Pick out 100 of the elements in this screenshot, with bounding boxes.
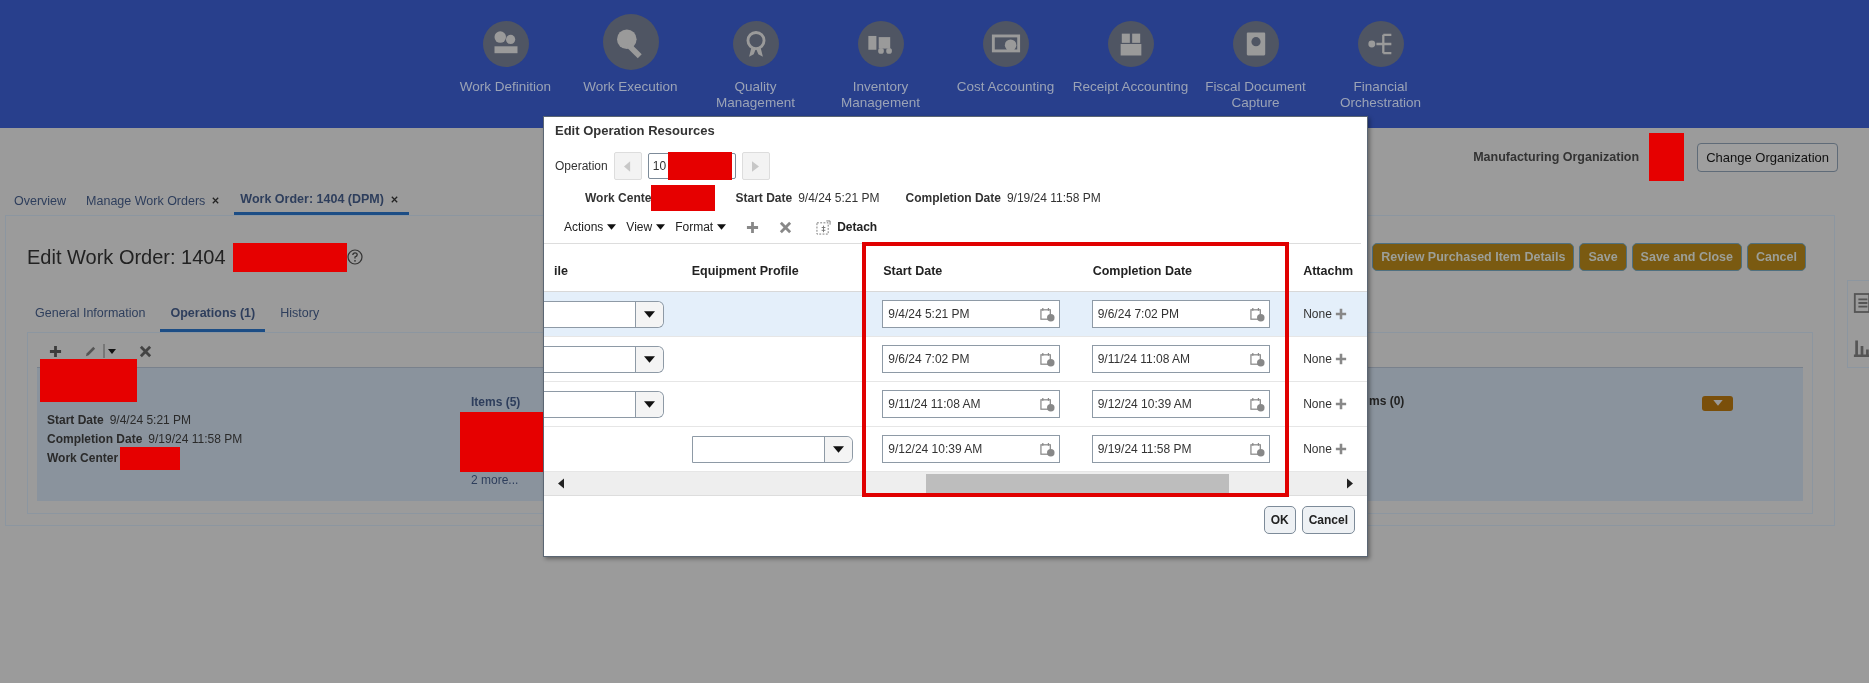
- attachment-value: None: [1303, 307, 1332, 321]
- date-field[interactable]: 9/11/24 11:08 AM: [882, 390, 1061, 418]
- date-field[interactable]: 9/6/24 7:02 PM: [882, 345, 1061, 373]
- scroll-left-icon[interactable]: [558, 478, 564, 489]
- section-tab[interactable]: History: [270, 302, 330, 332]
- column-header: Equipment Profile: [690, 263, 800, 278]
- nav-label[interactable]: Financial Orchestration: [1320, 79, 1441, 111]
- operation-field[interactable]: 10: [647, 153, 736, 179]
- nav-boxes-icon[interactable]: [1107, 21, 1154, 67]
- delete-icon[interactable]: [779, 220, 793, 234]
- column-header: Attachm: [1302, 263, 1355, 278]
- resource-dropdown[interactable]: [544, 300, 664, 328]
- add-icon[interactable]: [1334, 443, 1347, 455]
- pencil-icon[interactable]: [84, 344, 97, 358]
- nav-label[interactable]: Quality Management: [695, 79, 816, 111]
- attachment-value: None: [1303, 397, 1332, 411]
- nav-label[interactable]: Fiscal Document Capture: [1195, 79, 1316, 111]
- items-label[interactable]: ms (0): [1369, 394, 1405, 408]
- calendar-icon[interactable]: [1249, 441, 1265, 457]
- calendar-icon[interactable]: [1040, 306, 1056, 322]
- detach-icon[interactable]: [816, 219, 832, 235]
- field-value: 9/19/24 11:58 PM: [148, 432, 243, 446]
- redaction-mark: [668, 152, 733, 180]
- field-value: 9/4/24 5:21 PM: [109, 413, 192, 427]
- equipment-dropdown[interactable]: [691, 435, 853, 463]
- resource-dropdown[interactable]: [544, 390, 664, 418]
- caret-icon: [644, 355, 655, 363]
- add-icon[interactable]: [49, 344, 62, 358]
- nav-label[interactable]: Receipt Accounting: [1070, 79, 1191, 95]
- dropdown-icon[interactable]: [103, 343, 117, 359]
- dialog-button[interactable]: Cancel: [1301, 506, 1355, 534]
- date-field[interactable]: 9/6/24 7:02 PM: [1091, 300, 1270, 328]
- nav-label[interactable]: Work Definition: [445, 79, 566, 95]
- nav-certificate-icon[interactable]: [1232, 21, 1279, 67]
- add-icon[interactable]: [1334, 308, 1347, 320]
- caret-icon: [644, 310, 655, 318]
- table-row[interactable]: 9/4/24 5:21 PM 9/6/24 7:02 PM None: [544, 292, 1367, 337]
- horizontal-scrollbar[interactable]: [544, 472, 1367, 496]
- nav-flow-icon[interactable]: [1357, 21, 1404, 67]
- dialog-title: Edit Operation Resources: [554, 122, 716, 140]
- delete-icon[interactable]: [139, 344, 152, 358]
- close-icon[interactable]: [389, 194, 399, 204]
- calendar-icon[interactable]: [1249, 396, 1265, 412]
- page-tab[interactable]: Overview: [14, 186, 77, 215]
- list-icon[interactable]: [1853, 291, 1869, 314]
- nav-label[interactable]: Work Execution: [570, 79, 691, 95]
- date-field[interactable]: 9/19/24 11:58 PM: [1091, 435, 1270, 463]
- column-header: Start Date: [882, 263, 944, 278]
- expand-button[interactable]: [1702, 396, 1733, 411]
- redaction-mark: [651, 185, 716, 211]
- table-row[interactable]: 9/11/24 11:08 AM 9/12/24 10:39 AM None: [544, 382, 1367, 427]
- table-row[interactable]: 9/12/24 10:39 AM 9/19/24 11:58 PM None: [544, 427, 1367, 472]
- redaction-mark: [120, 446, 181, 470]
- page-title: Edit Work Order: 1404: [27, 245, 226, 269]
- calendar-icon[interactable]: [1040, 351, 1056, 367]
- page-tab[interactable]: Work Order: 1404 (DPM): [234, 186, 409, 215]
- close-icon[interactable]: [211, 196, 221, 205]
- field-label: Completion Date: [905, 191, 1001, 205]
- items-label[interactable]: Items (5): [471, 395, 521, 409]
- add-icon[interactable]: [746, 220, 760, 234]
- resource-dropdown[interactable]: [544, 345, 664, 373]
- attachment-value: None: [1303, 352, 1332, 366]
- add-icon[interactable]: [1334, 398, 1347, 410]
- change-organization-button[interactable]: Change Organization: [1697, 142, 1838, 172]
- section-tab[interactable]: Operations (1): [160, 302, 266, 332]
- add-icon[interactable]: [1334, 353, 1347, 365]
- dialog-button[interactable]: OK: [1263, 506, 1296, 534]
- calendar-icon[interactable]: [1249, 306, 1265, 322]
- menu-button[interactable]: Format: [675, 220, 727, 234]
- field-label: Operation: [555, 159, 608, 173]
- caret-icon: [1711, 400, 1724, 407]
- more-link[interactable]: 2 more...: [471, 473, 519, 487]
- date-field[interactable]: 9/12/24 10:39 AM: [1091, 390, 1270, 418]
- right-arrow-icon: [752, 160, 760, 172]
- date-field[interactable]: 9/4/24 5:21 PM: [882, 300, 1061, 328]
- detach-button[interactable]: Detach: [831, 220, 878, 234]
- field-label: Start Date: [47, 413, 104, 427]
- nav-label[interactable]: Cost Accounting: [945, 79, 1066, 95]
- column-header: ile: [553, 263, 569, 278]
- menu-button[interactable]: Actions: [564, 220, 617, 234]
- table-row[interactable]: 9/6/24 7:02 PM 9/11/24 11:08 AM None: [544, 337, 1367, 382]
- scroll-right-icon[interactable]: [1347, 478, 1353, 489]
- field-label: Work Center: [47, 451, 119, 465]
- date-field[interactable]: 9/11/24 11:08 AM: [1091, 345, 1270, 373]
- calendar-icon[interactable]: [1040, 396, 1056, 412]
- section-tab[interactable]: General Information: [25, 302, 156, 332]
- calendar-icon[interactable]: [1040, 441, 1056, 457]
- organization-label: Manufacturing Organization: [1473, 150, 1640, 164]
- help-icon[interactable]: [346, 249, 363, 265]
- field-label: Work Cente: [585, 191, 652, 205]
- column-header: Completion Date: [1091, 263, 1193, 278]
- nav-money-icon[interactable]: [982, 21, 1029, 67]
- page-tab[interactable]: Manage Work Orders: [86, 186, 231, 215]
- nav-award-icon[interactable]: [732, 21, 779, 67]
- caret-icon: [644, 400, 655, 408]
- menu-button[interactable]: View: [626, 220, 666, 234]
- field-value: 9/4/24 5:21 PM: [798, 191, 880, 205]
- calendar-icon[interactable]: [1249, 351, 1265, 367]
- nav-label[interactable]: Inventory Management: [820, 79, 941, 111]
- date-field[interactable]: 9/12/24 10:39 AM: [882, 435, 1061, 463]
